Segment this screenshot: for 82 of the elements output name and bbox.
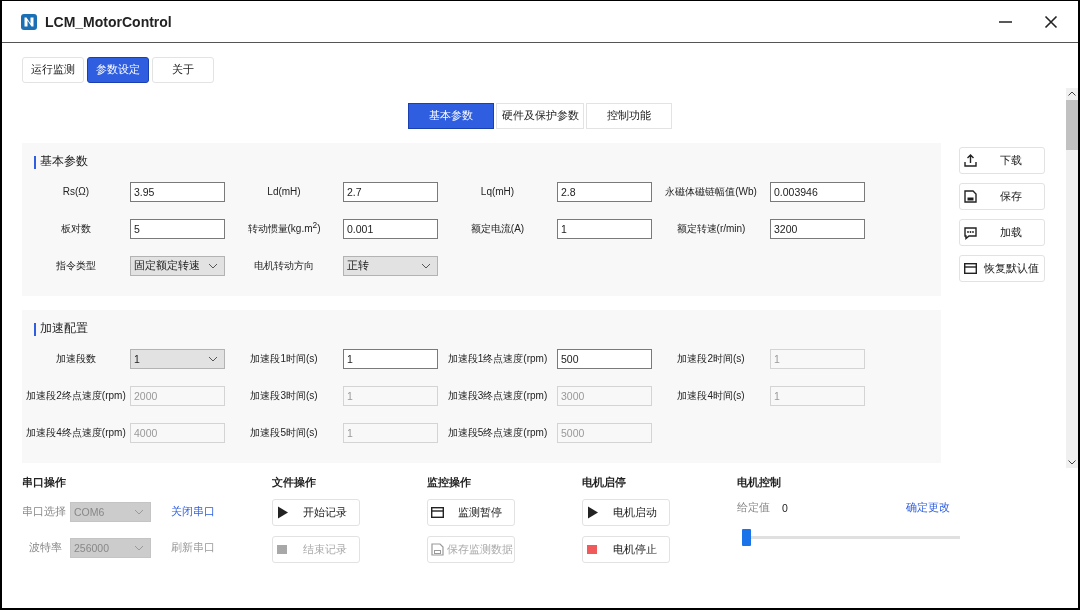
button[interactable]: 电机启动 bbox=[582, 499, 670, 526]
setpoint-value: 0 bbox=[782, 502, 788, 514]
field-label: 加速段2时间(s) bbox=[676, 351, 746, 366]
field-label: Rs(Ω) bbox=[61, 186, 91, 197]
input-field[interactable]: 3.95 bbox=[130, 181, 225, 202]
chevron-down-icon bbox=[134, 509, 144, 515]
close-icon bbox=[1044, 14, 1058, 29]
button[interactable]: 电机停止 bbox=[582, 536, 670, 563]
chevron-up-icon bbox=[1068, 91, 1076, 96]
field-label: 波特率 bbox=[28, 541, 62, 555]
action-button[interactable]: 保存 bbox=[959, 183, 1045, 210]
field-label: 给定值 bbox=[737, 501, 770, 515]
chevron-down-icon bbox=[208, 355, 218, 362]
group-title: 电机控制 bbox=[737, 476, 782, 490]
field-label: 加速段1时间(s) bbox=[249, 351, 319, 366]
window-title: LCM_MotorControl bbox=[45, 13, 172, 30]
field-label: 加速段5时间(s) bbox=[249, 425, 319, 440]
field-label: 额定电流(A) bbox=[469, 221, 526, 236]
chevron-down-icon bbox=[208, 262, 218, 269]
field-label: 板对数 bbox=[60, 221, 92, 236]
field-label: 电机转动方向 bbox=[253, 258, 315, 273]
section-title: 加速配置 bbox=[34, 323, 941, 336]
app-logo-icon bbox=[21, 13, 37, 30]
group-title: 电机启停 bbox=[582, 476, 627, 490]
tab[interactable]: 基本参数 bbox=[408, 103, 494, 129]
input-field[interactable]: 2.7 bbox=[343, 181, 438, 202]
action-button[interactable]: 恢复默认值 bbox=[959, 255, 1045, 282]
minimize-icon bbox=[998, 20, 1012, 23]
stop-square-icon bbox=[585, 542, 600, 557]
input-field[interactable]: 1 bbox=[343, 348, 438, 369]
field-label: Lq(mH) bbox=[479, 186, 516, 197]
field-label: 加速段3终点速度(rpm) bbox=[446, 388, 549, 403]
scrollbar-thumb[interactable] bbox=[1066, 100, 1078, 150]
chat-bubble-icon bbox=[963, 225, 978, 240]
tab[interactable]: 运行监测 bbox=[22, 57, 84, 83]
play-icon bbox=[275, 505, 290, 520]
section-title: 基本参数 bbox=[34, 156, 941, 169]
field-label: Ld(mH) bbox=[266, 186, 302, 197]
stop-square-icon bbox=[275, 542, 290, 557]
dropdown[interactable]: 1 bbox=[130, 348, 225, 369]
window-icon bbox=[963, 261, 978, 276]
slider[interactable] bbox=[742, 529, 960, 546]
input-field[interactable]: 1 bbox=[557, 218, 652, 239]
tab[interactable]: 参数设定 bbox=[87, 57, 149, 83]
field-label: 加速段1终点速度(rpm) bbox=[446, 351, 549, 366]
group-title: 文件操作 bbox=[272, 476, 317, 490]
input-field[interactable]: 0.003946 bbox=[770, 181, 865, 202]
window-icon bbox=[430, 505, 445, 520]
action-button[interactable]: 下载 bbox=[959, 147, 1045, 174]
chevron-down-icon bbox=[134, 545, 144, 551]
chevron-down-icon bbox=[1068, 460, 1076, 465]
play-icon bbox=[585, 505, 600, 520]
input-field[interactable]: 0.001 bbox=[343, 218, 438, 239]
slider-thumb[interactable] bbox=[742, 529, 751, 546]
field-label: 额定转速(r/min) bbox=[675, 221, 747, 236]
field-label: 加速段4终点速度(rpm) bbox=[25, 425, 127, 440]
chevron-down-icon bbox=[421, 262, 431, 269]
group-title: 串口操作 bbox=[22, 476, 67, 490]
button[interactable]: 监测暂停 bbox=[427, 499, 515, 526]
dropdown[interactable]: 正转 bbox=[343, 255, 438, 276]
tab[interactable]: 硬件及保护参数 bbox=[496, 103, 584, 129]
input-field[interactable]: 3200 bbox=[770, 218, 865, 239]
scrollbar[interactable] bbox=[1066, 88, 1078, 468]
link[interactable]: 确定更改 bbox=[906, 501, 950, 515]
group-title: 监控操作 bbox=[427, 476, 472, 490]
field-label: 加速段3时间(s) bbox=[249, 388, 319, 403]
button[interactable]: 开始记录 bbox=[272, 499, 360, 526]
tab[interactable]: 关于 bbox=[152, 57, 214, 83]
field-label: 转动惯量(kg.m$^{2}$) bbox=[246, 220, 322, 237]
input-field[interactable]: 5 bbox=[130, 218, 225, 239]
field-label: 加速段5终点速度(rpm) bbox=[446, 425, 549, 440]
field-label: 加速段数 bbox=[55, 351, 97, 366]
tab[interactable]: 控制功能 bbox=[586, 103, 672, 129]
upload-icon bbox=[963, 153, 978, 168]
field-label: 永磁体磁链幅值(Wb) bbox=[664, 184, 758, 199]
field-label: 加速段2终点速度(rpm) bbox=[25, 388, 127, 403]
dropdown[interactable]: 固定额定转速 bbox=[130, 255, 225, 276]
field-label: 加速段4时间(s) bbox=[676, 388, 746, 403]
field-label: 指令类型 bbox=[55, 258, 97, 273]
input-field[interactable]: 2.8 bbox=[557, 181, 652, 202]
input-field[interactable]: 500 bbox=[557, 348, 652, 369]
action-button[interactable]: 加载 bbox=[959, 219, 1045, 246]
